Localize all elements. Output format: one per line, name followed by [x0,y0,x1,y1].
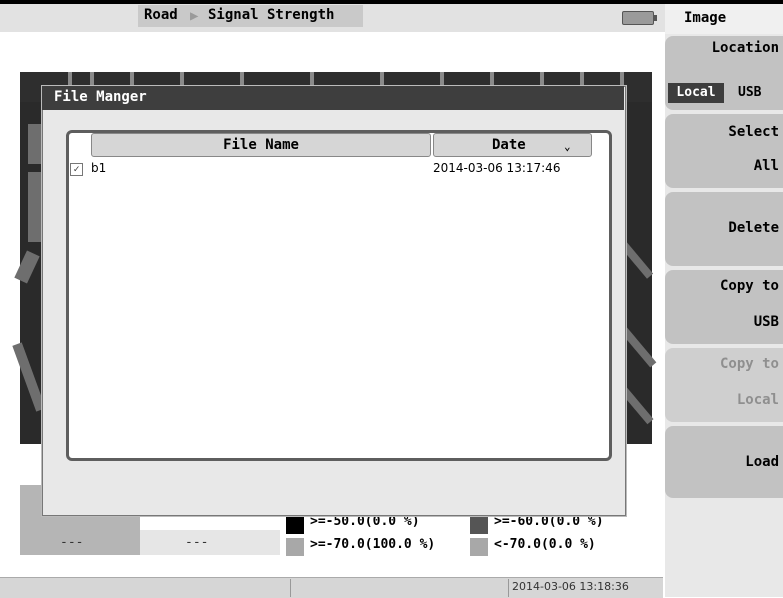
breadcrumb-separator-icon: ▶ [190,8,199,24]
column-header-file-name[interactable]: File Name [91,133,431,157]
legend-label-1: >=-50.0(0.0 %) [310,514,420,529]
file-list[interactable] [66,130,612,461]
select-value: All [753,158,779,174]
copy-to-local-softkey[interactable]: Copy to Local [665,348,783,422]
file-row-date: 2014-03-06 13:17:46 [433,161,561,175]
measurement-title: Signal Strength [208,7,335,23]
column-header-date[interactable]: Date ⌄ [433,133,592,157]
copy-to-usb-label: Copy to [719,278,779,294]
legend-swatch-3 [286,538,304,556]
legend-label-3: >=-70.0(100.0 %) [310,537,436,552]
legend-value-1: --- [60,535,84,550]
mode-title: Road [144,7,178,23]
delete-softkey[interactable]: Delete [665,192,783,266]
legend-swatch-2 [470,516,488,534]
location-option-usb[interactable]: USB [738,85,761,100]
softkey-panel-title: Image [684,10,727,26]
battery-icon [622,11,657,25]
dialog-title: File Manger [54,89,147,105]
date-header-label: Date [492,137,526,153]
legend-label-2: >=-60.0(0.0 %) [494,514,604,529]
copy-to-usb-softkey[interactable]: Copy to USB [665,270,783,344]
status-divider [508,579,509,597]
legend-summary-panel-2 [140,530,280,555]
legend-label-4: <-70.0(0.0 %) [494,537,596,552]
location-label: Location [711,40,779,56]
legend-value-2: --- [185,535,209,550]
file-row-checkbox[interactable]: ✓ [70,163,83,176]
copy-to-local-value: Local [736,392,779,408]
sort-chevron-down-icon: ⌄ [564,140,571,153]
select-softkey[interactable]: Select All [665,114,783,188]
select-label: Select [728,124,779,140]
load-softkey[interactable]: Load [665,426,783,498]
delete-label: Delete [728,220,779,236]
copy-to-local-label: Copy to [719,356,779,372]
legend-swatch-1 [286,516,304,534]
file-row-name[interactable]: b1 [91,161,106,175]
location-option-local[interactable]: Local [668,83,724,103]
status-clock: 2014-03-06 13:18:36 [512,580,629,593]
copy-to-usb-value: USB [753,314,779,330]
legend-swatch-4 [470,538,488,556]
load-label: Load [745,454,779,470]
status-divider [290,579,291,597]
